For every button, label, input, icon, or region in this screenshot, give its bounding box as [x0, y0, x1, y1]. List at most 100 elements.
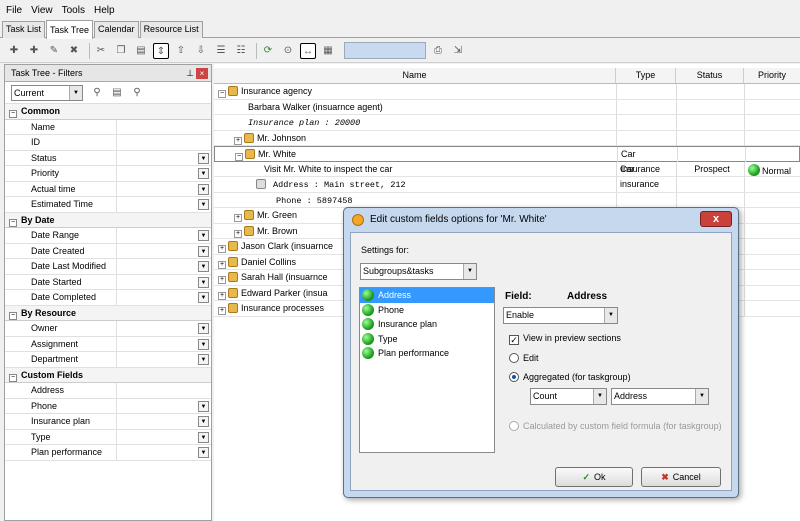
column-status[interactable]: Status — [676, 68, 744, 83]
filter-value[interactable]: ▼ — [117, 151, 211, 166]
filter-row[interactable]: Department ▼ — [5, 352, 211, 368]
expand-toggle-icon[interactable]: + — [218, 291, 226, 300]
print-icon[interactable]: ⎙ — [430, 43, 446, 59]
filter-value[interactable] — [117, 135, 211, 150]
filter-value[interactable]: ▼ — [117, 430, 211, 445]
filter-value[interactable]: ▼ — [117, 244, 211, 259]
calculated-radio[interactable] — [509, 421, 519, 431]
filter-row[interactable]: Date Range ▼ — [5, 228, 211, 244]
filter-row[interactable]: Estimated Time ▼ — [5, 197, 211, 213]
tab-calendar[interactable]: Calendar — [94, 21, 139, 38]
tab-resource-list[interactable]: Resource List — [139, 21, 203, 38]
filter-row[interactable]: Assignment ▼ — [5, 336, 211, 352]
outdent-icon[interactable]: ☷ — [233, 43, 249, 59]
expand-toggle-icon[interactable]: − — [235, 153, 243, 161]
filter-category[interactable]: − Custom Fields — [5, 367, 211, 383]
filter-row[interactable]: Date Created ▼ — [5, 243, 211, 259]
paste-icon[interactable]: ▤ — [133, 43, 149, 59]
menu-file[interactable]: File — [6, 5, 22, 16]
mode-select[interactable]: Enable ▼ — [503, 307, 618, 324]
settings-for-select[interactable]: Subgroups&tasks ▼ — [360, 263, 477, 280]
expand-toggle-icon[interactable]: + — [218, 276, 226, 284]
cancel-button[interactable]: ✖ Cancel — [641, 467, 721, 487]
chevron-down-icon[interactable]: ▼ — [198, 447, 209, 458]
filter-row[interactable]: Insurance plan ▼ — [5, 414, 211, 430]
move-task-icon[interactable]: ⇕ — [153, 42, 169, 59]
delete-task-icon[interactable]: ✖ — [66, 43, 82, 59]
expand-toggle-icon[interactable]: + — [218, 245, 226, 253]
new-subtask-icon[interactable]: ✚ — [26, 43, 42, 59]
filter-row[interactable]: Date Completed ▼ — [5, 290, 211, 306]
filter-row[interactable]: Address — [5, 383, 211, 399]
expand-toggle-icon[interactable]: + — [218, 260, 226, 269]
filter-value[interactable]: ▼ — [117, 414, 211, 429]
column-type[interactable]: Type — [616, 68, 676, 83]
calculated-option[interactable]: Calculated by custom field formula (for … — [509, 421, 722, 431]
filter-value[interactable]: ▼ — [117, 259, 211, 274]
filter-row[interactable]: Phone ▼ — [5, 398, 211, 414]
chevron-down-icon[interactable]: ▼ — [198, 354, 209, 365]
table-row[interactable]: Barbara Walker (insuarnce agent) — [214, 99, 800, 115]
filter-row[interactable]: ID — [5, 135, 211, 151]
expand-toggle-icon[interactable]: + — [234, 229, 242, 238]
indent-icon[interactable]: ☰ — [213, 43, 229, 59]
table-row[interactable]: Insurance plan : 20000 — [214, 115, 800, 131]
copy-icon[interactable]: ❐ — [113, 43, 129, 59]
collapse-icon[interactable]: − — [9, 373, 17, 382]
aggregated-radio[interactable] — [509, 372, 519, 382]
move-up-icon[interactable]: ⇧ — [173, 43, 189, 59]
aggregate-function-select[interactable]: Count ▼ — [530, 388, 607, 405]
chevron-down-icon[interactable]: ▼ — [198, 261, 209, 272]
list-item[interactable]: Plan performance — [360, 346, 494, 361]
filter-category[interactable]: − By Resource — [5, 305, 211, 321]
chevron-down-icon[interactable]: ▼ — [198, 152, 209, 164]
expand-toggle-icon[interactable]: + — [234, 136, 242, 145]
filter-value[interactable]: ▼ — [117, 166, 211, 181]
filter-select[interactable] — [344, 42, 426, 59]
columns-icon[interactable]: ▦ — [320, 43, 336, 59]
filter-value[interactable]: ▼ — [117, 352, 211, 367]
filter-value[interactable]: ▼ — [117, 228, 211, 243]
table-row[interactable]: Address : Main street, 212 — [214, 177, 800, 193]
chevron-down-icon[interactable]: ▼ — [198, 400, 209, 412]
export-icon[interactable]: ⇲ — [450, 43, 466, 59]
expand-toggle-icon[interactable]: − — [218, 90, 226, 98]
table-row[interactable]: Visit Mr. White to inspect the car Car in… — [214, 161, 800, 189]
current-filter-select[interactable]: Current ▼ — [11, 84, 83, 101]
ok-button[interactable]: ✓ Ok — [555, 467, 633, 487]
collapse-icon[interactable]: − — [9, 311, 17, 320]
chevron-down-icon[interactable]: ▼ — [198, 230, 209, 241]
view-preview-checkbox[interactable]: ✓ — [509, 335, 519, 345]
collapse-icon[interactable]: − — [9, 218, 17, 227]
chevron-down-icon[interactable]: ▼ — [198, 276, 209, 288]
view-preview-option[interactable]: ✓ View in preview sections — [509, 333, 621, 345]
chevron-down-icon[interactable]: ▼ — [198, 338, 209, 350]
tab-task-list[interactable]: Task List — [2, 21, 46, 38]
chevron-down-icon[interactable]: ▼ — [198, 416, 209, 427]
aggregated-option[interactable]: Aggregated (for taskgroup) — [509, 372, 631, 382]
table-row[interactable]: − Insurance agency — [214, 84, 800, 100]
chevron-down-icon[interactable]: ▼ — [198, 292, 209, 303]
aggregate-field-select[interactable]: Address ▼ — [611, 388, 709, 405]
new-task-icon[interactable]: ✚ — [6, 43, 22, 59]
filter-value[interactable]: ▼ — [117, 445, 211, 460]
list-item[interactable]: Phone — [360, 303, 494, 318]
dialog-close-button[interactable]: x — [700, 211, 732, 227]
menu-view[interactable]: View — [31, 5, 53, 16]
filter-category[interactable]: − Common — [5, 104, 211, 120]
filter-row[interactable]: Date Last Modified ▼ — [5, 259, 211, 275]
chevron-down-icon[interactable]: ▼ — [198, 199, 209, 210]
filter-row[interactable]: Date Started ▼ — [5, 274, 211, 290]
filter-value[interactable]: ▼ — [117, 321, 211, 336]
filter-category[interactable]: − By Date — [5, 212, 211, 228]
filter-row[interactable]: Name — [5, 119, 211, 135]
filter-value[interactable] — [117, 120, 211, 135]
tab-task-tree[interactable]: Task Tree — [46, 20, 94, 39]
menu-help[interactable]: Help — [94, 5, 115, 16]
filter-value[interactable]: ▼ — [117, 275, 211, 290]
filter-row[interactable]: Plan performance ▼ — [5, 445, 211, 461]
view-options-icon[interactable]: ⊙ — [280, 43, 296, 59]
list-item[interactable]: Address — [360, 288, 494, 303]
filter-value[interactable]: ▼ — [117, 399, 211, 414]
filter-value[interactable]: ▼ — [117, 197, 211, 212]
